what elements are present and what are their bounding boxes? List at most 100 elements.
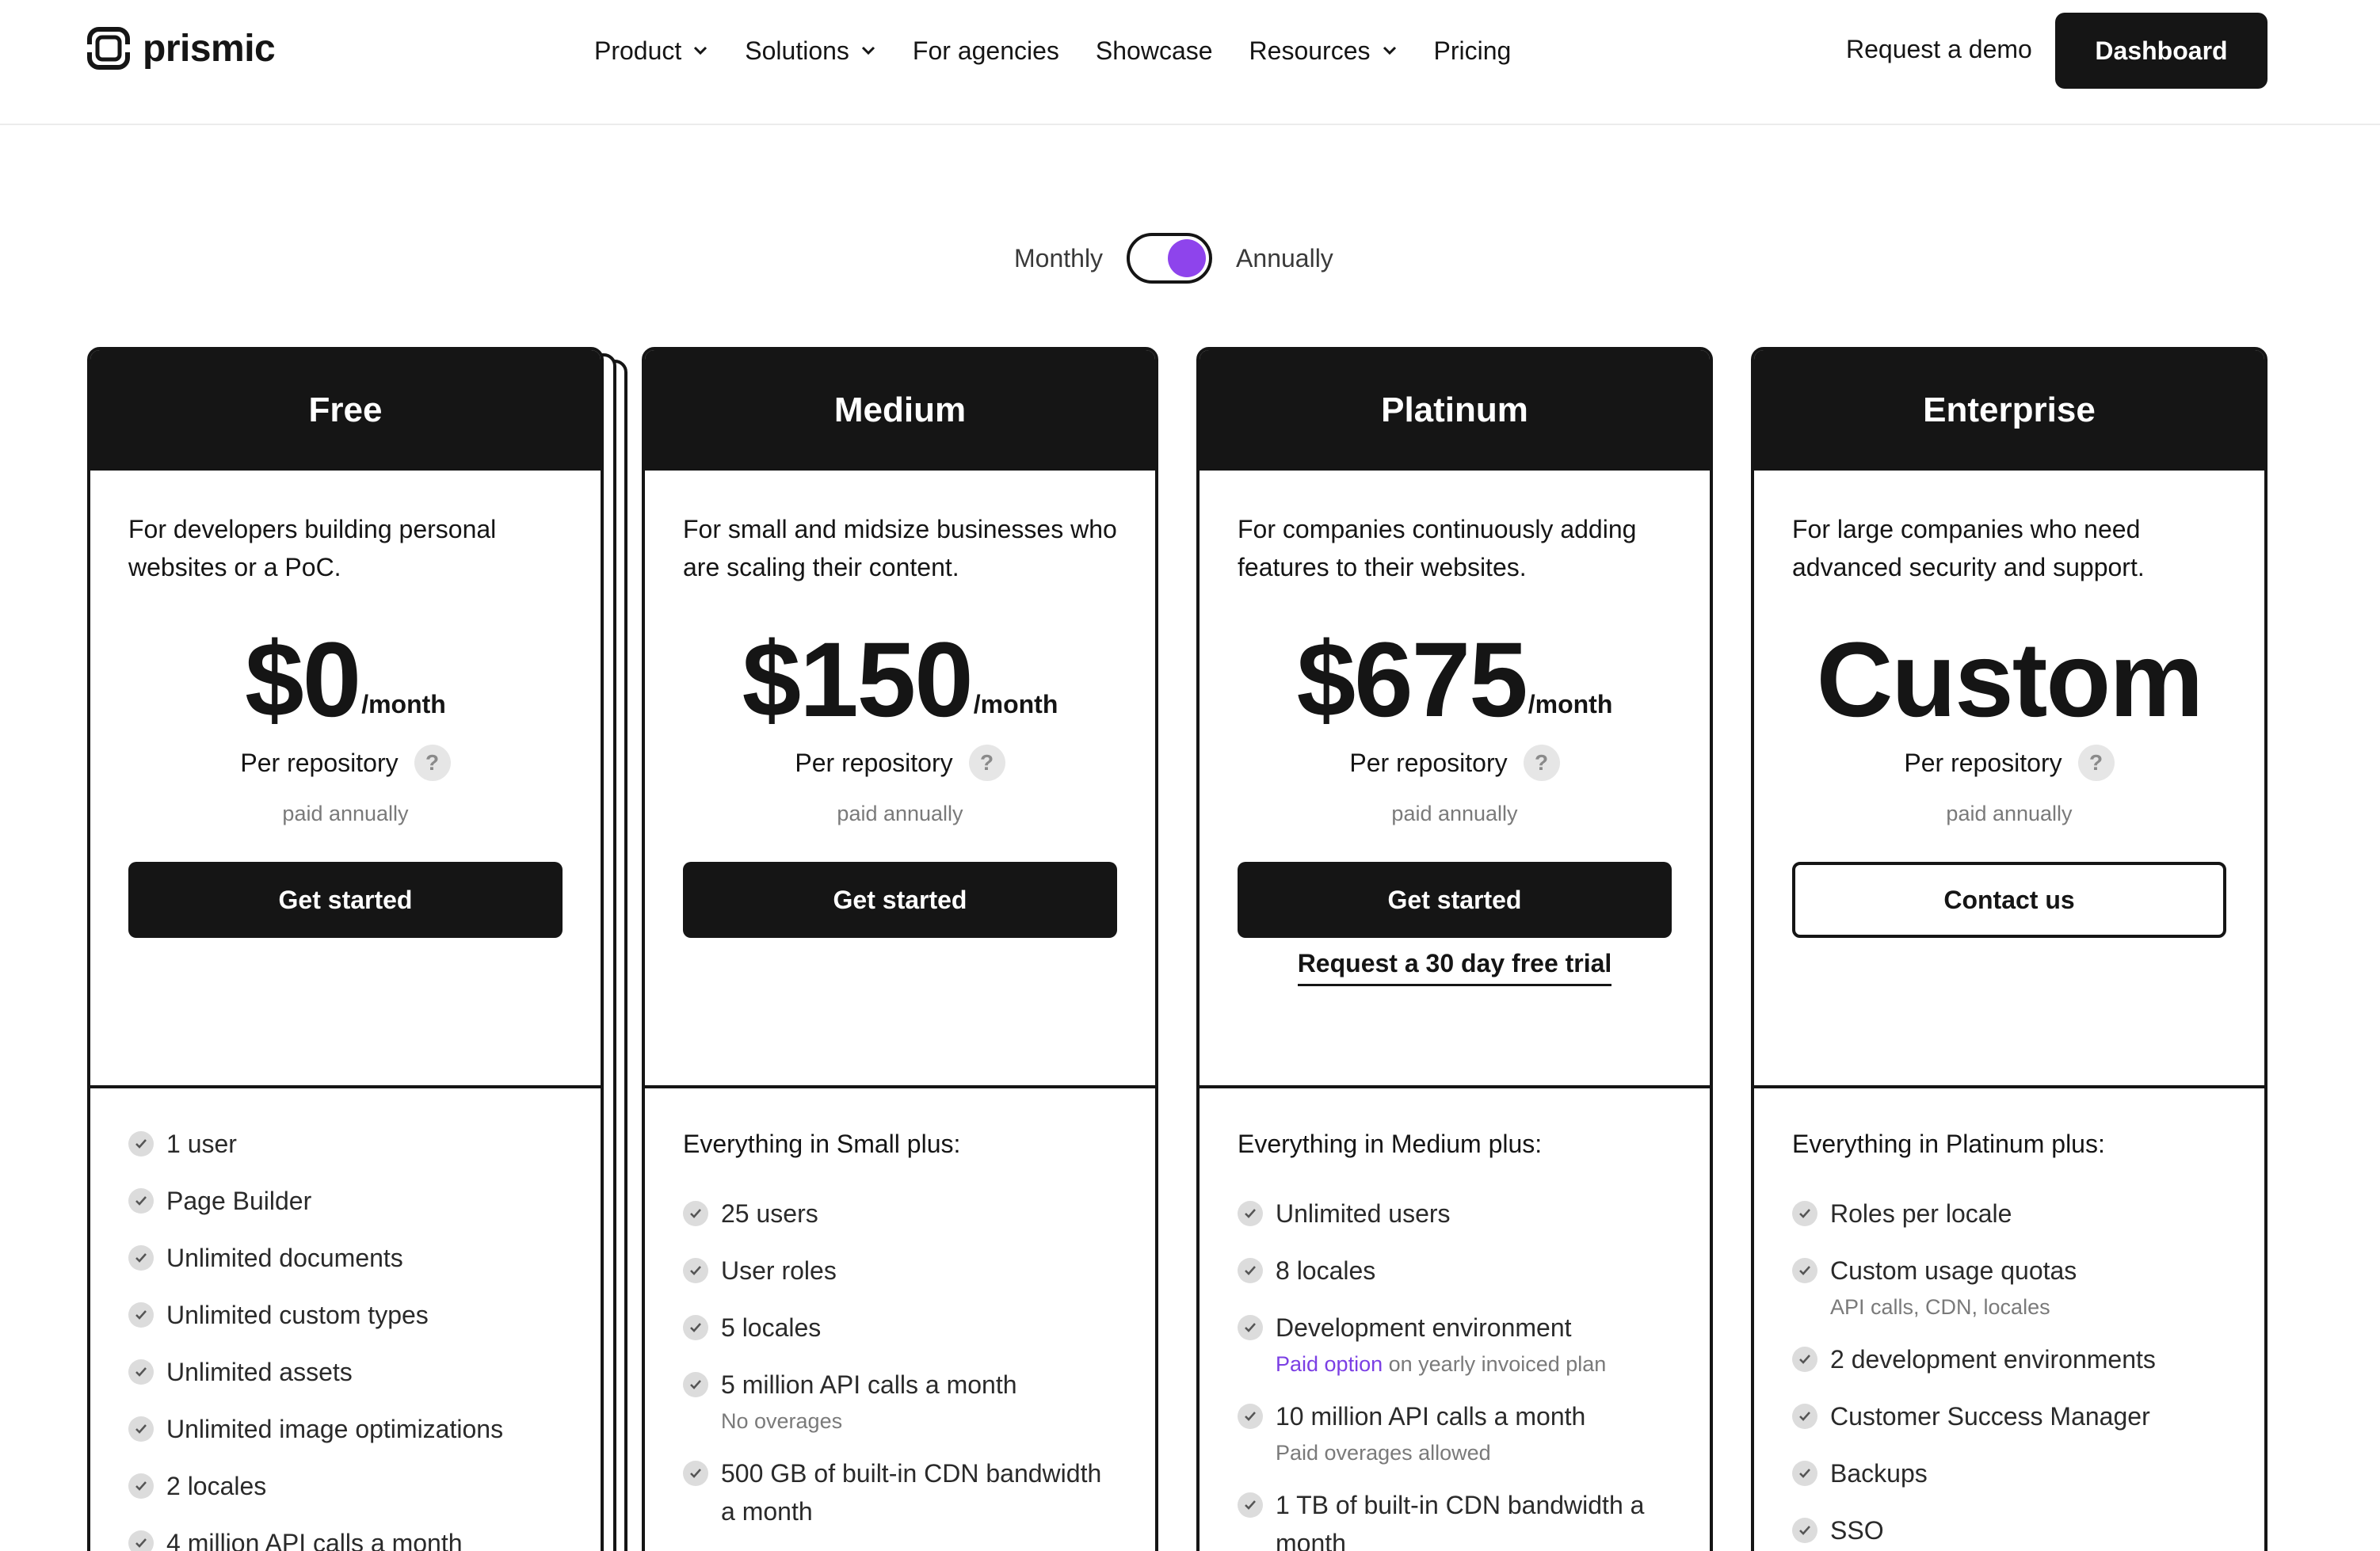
feature-body: 5 million API calls a month No overages: [721, 1366, 1017, 1435]
check-icon: [128, 1473, 154, 1499]
list-item: 1 TB of built-in CDN bandwidth a month: [1238, 1486, 1672, 1551]
plan-summary: For companies continuously adding featur…: [1200, 471, 1710, 1088]
list-item: Customer Success Manager: [1792, 1397, 2226, 1435]
list-item: 8 locales: [1238, 1252, 1672, 1290]
plan-description: For companies continuously adding featur…: [1238, 515, 1637, 581]
billing-period-toggle[interactable]: [1127, 233, 1213, 284]
feature-body: Development environment Paid option on ye…: [1276, 1309, 1606, 1378]
plan-price: $675: [1296, 621, 1528, 739]
list-item: Roles per locale: [1792, 1195, 2226, 1233]
check-icon: [683, 1201, 708, 1226]
plan-price: $150: [742, 621, 974, 739]
feature-list: Everything in Platinum plus: Roles per l…: [1754, 1088, 2264, 1549]
plan-card-medium: Medium For small and midsize businesses …: [642, 347, 1158, 1551]
check-icon: [683, 1461, 708, 1486]
paid-note: paid annually: [1391, 802, 1518, 825]
feature-text: Unlimited custom types: [166, 1301, 429, 1329]
check-icon: [128, 1245, 154, 1271]
list-item: 5 locales: [683, 1309, 1117, 1347]
check-icon: [1238, 1404, 1263, 1429]
nav-item-product[interactable]: Product: [594, 36, 708, 66]
list-item: 1 user: [128, 1125, 563, 1163]
monthly-label[interactable]: Monthly: [1014, 244, 1103, 273]
per-repository: Per repository ?: [1754, 745, 2264, 781]
per-repository-label: Per repository: [795, 748, 953, 777]
plan-price: Custom: [1816, 621, 2204, 739]
feature-intro: Everything in Platinum plus:: [1792, 1130, 2105, 1158]
check-icon: [1238, 1492, 1263, 1518]
nav-label: Resources: [1249, 36, 1371, 65]
contact-us-button[interactable]: Contact us: [1792, 862, 2226, 938]
price-row: $150 /month: [645, 621, 1155, 739]
feature-list: Everything in Medium plus: Unlimited use…: [1200, 1088, 1710, 1551]
help-icon[interactable]: ?: [968, 745, 1005, 781]
list-item: 5 million API calls a month No overages: [683, 1366, 1117, 1435]
feature-subtext: Paid overages allowed: [1276, 1441, 1491, 1465]
feature-text: 5 million API calls a month: [721, 1370, 1017, 1399]
free-trial-link[interactable]: Request a 30 day free trial: [1297, 949, 1612, 986]
logo-text: prismic: [143, 27, 276, 70]
per-repository: Per repository ?: [90, 745, 601, 781]
logo[interactable]: prismic: [86, 25, 276, 71]
paid-note: paid annually: [1946, 802, 2073, 825]
nav-label: Product: [594, 36, 682, 65]
check-icon: [1792, 1201, 1817, 1226]
feature-subtext: API calls, CDN, locales: [1830, 1295, 2050, 1319]
plan-card-platinum: Platinum For companies continuously addi…: [1196, 347, 1713, 1551]
feature-text: Roles per locale: [1830, 1199, 2012, 1228]
plan-card-enterprise: Enterprise For large companies who need …: [1751, 347, 2267, 1551]
plan-name: Enterprise: [1754, 350, 2264, 471]
feature-text: 1 TB of built-in CDN bandwidth a month: [1276, 1491, 1645, 1551]
feature-text: 4 million API calls a month: [166, 1529, 463, 1551]
list-item: Backups: [1792, 1454, 2226, 1492]
dashboard-button[interactable]: Dashboard: [2055, 13, 2267, 89]
request-demo-link[interactable]: Request a demo: [1846, 35, 2032, 64]
plan-summary: For developers building personal website…: [90, 471, 601, 1088]
get-started-button[interactable]: Get started: [1238, 862, 1672, 938]
feature-text: 2 development environments: [1830, 1345, 2156, 1374]
plan-name: Free: [90, 350, 601, 471]
list-item: 25 users: [683, 1195, 1117, 1233]
list-item: 500 GB of built-in CDN bandwidth a month: [683, 1454, 1117, 1530]
nav-item-resources[interactable]: Resources: [1249, 36, 1398, 66]
list-item: 10 million API calls a month Paid overage…: [1238, 1397, 1672, 1467]
nav-item-solutions[interactable]: Solutions: [745, 36, 876, 66]
list-item: 4 million API calls a month: [128, 1524, 563, 1551]
plan-price: $0: [245, 621, 361, 739]
feature-text: 500 GB of built-in CDN bandwidth a month: [721, 1459, 1102, 1526]
help-icon[interactable]: ?: [414, 745, 451, 781]
nav-item-for-agencies[interactable]: For agencies: [913, 36, 1059, 66]
feature-text: Customer Success Manager: [1830, 1402, 2150, 1431]
annually-label[interactable]: Annually: [1236, 244, 1333, 273]
list-item: 2 locales: [128, 1467, 563, 1505]
list-item: Development environment Paid option on ye…: [1238, 1309, 1672, 1378]
chevron-down-icon: [861, 46, 875, 55]
get-started-button[interactable]: Get started: [128, 862, 563, 938]
list-item: Unlimited custom types: [128, 1296, 563, 1334]
get-started-button[interactable]: Get started: [683, 862, 1117, 938]
price-period: /month: [361, 690, 446, 718]
list-item: Unlimited users: [1238, 1195, 1672, 1233]
feature-text: Unlimited image optimizations: [166, 1415, 504, 1443]
price-row: $0 /month: [90, 621, 601, 739]
nav-item-pricing[interactable]: Pricing: [1434, 36, 1512, 66]
check-icon: [1792, 1258, 1817, 1283]
plan-description: For developers building personal website…: [128, 515, 497, 581]
feature-intro: Everything in Medium plus:: [1238, 1130, 1543, 1158]
free-trial-link-wrap: Request a 30 day free trial: [1200, 949, 1710, 986]
help-icon[interactable]: ?: [2077, 745, 2115, 781]
check-icon: [1238, 1315, 1263, 1340]
help-icon[interactable]: ?: [1523, 745, 1560, 781]
per-repository: Per repository ?: [1200, 745, 1710, 781]
billing-toggle-group: Monthly Annually: [1014, 233, 1333, 284]
feature-body: Custom usage quotas API calls, CDN, local…: [1830, 1252, 2077, 1321]
paid-option-link[interactable]: Paid option: [1276, 1352, 1383, 1376]
check-icon: [128, 1416, 154, 1442]
nav-item-showcase[interactable]: Showcase: [1096, 36, 1213, 66]
feature-text: Page Builder: [166, 1187, 312, 1215]
list-item: SSO: [1792, 1511, 2226, 1549]
feature-text: Custom usage quotas: [1830, 1256, 2077, 1285]
plan-summary: For small and midsize businesses who are…: [645, 471, 1155, 1088]
check-icon: [683, 1258, 708, 1283]
check-icon: [1238, 1258, 1263, 1283]
